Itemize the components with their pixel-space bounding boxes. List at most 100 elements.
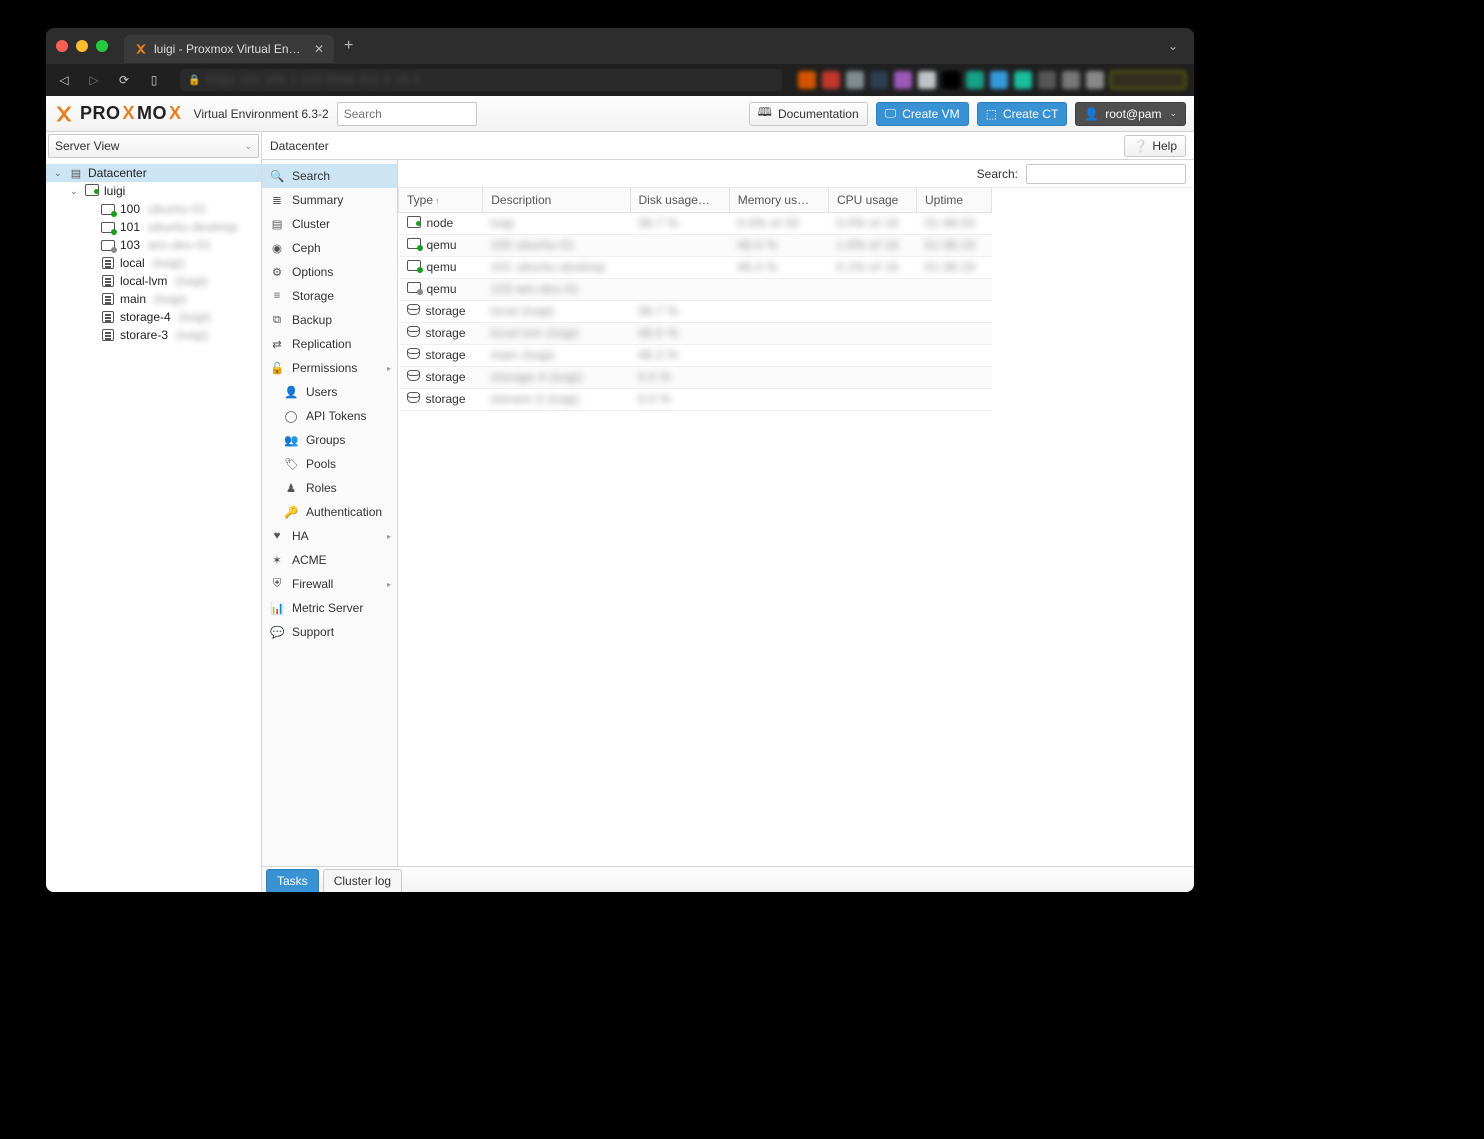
reader-button[interactable]: ▯ bbox=[144, 70, 164, 90]
grid-row[interactable]: storage storage-4 (luigi) 0.0 % bbox=[399, 366, 992, 388]
window-maximize-button[interactable] bbox=[96, 40, 108, 52]
ext-icon[interactable] bbox=[846, 71, 864, 89]
row-icon bbox=[407, 304, 420, 318]
menu-users[interactable]: 👤 Users bbox=[262, 380, 397, 404]
ext-icon[interactable] bbox=[990, 71, 1008, 89]
ext-icon[interactable] bbox=[894, 71, 912, 89]
tree-storage-local[interactable]: local (luigi) bbox=[46, 254, 261, 272]
ext-icon[interactable] bbox=[1062, 71, 1080, 89]
grid-row[interactable]: qemu 103 win-dev-01 bbox=[399, 278, 992, 300]
grid-row[interactable]: storage storare-3 (luigi) 0.0 % bbox=[399, 388, 992, 410]
ext-icon[interactable] bbox=[966, 71, 984, 89]
tree-storage-storage-4[interactable]: storage-4 (luigi) bbox=[46, 308, 261, 326]
grid-row[interactable]: storage local-lvm (luigi) 48.5 % bbox=[399, 322, 992, 344]
menu-cluster[interactable]: ▤ Cluster bbox=[262, 212, 397, 236]
ext-icon[interactable] bbox=[870, 71, 888, 89]
grid-row[interactable]: qemu 100 ubuntu-01 48.0 % 1.6% of 16 01:… bbox=[399, 234, 992, 256]
grid-col-3[interactable]: Memory us… bbox=[729, 188, 828, 212]
menu-label: Backup bbox=[292, 313, 332, 327]
menu-authentication[interactable]: 🔑 Authentication bbox=[262, 500, 397, 524]
tabs-overflow-icon[interactable]: ⌄ bbox=[1168, 39, 1184, 53]
url-bar[interactable]: 🔒 https 192 168 1 210 8006 #v1 0 18 4 bbox=[180, 69, 782, 91]
menu-groups[interactable]: 👥 Groups bbox=[262, 428, 397, 452]
forward-button[interactable]: ▷ bbox=[84, 70, 104, 90]
grid-cell-mem bbox=[729, 366, 828, 388]
menu-options[interactable]: ⚙ Options bbox=[262, 260, 397, 284]
proxmox-app: PROXMOX Virtual Environment 6.3-2 🕮Docum… bbox=[46, 96, 1194, 892]
ext-icon[interactable] bbox=[942, 71, 960, 89]
grid-cell-disk bbox=[630, 234, 729, 256]
menu-label: Users bbox=[306, 385, 337, 399]
tasks-tab[interactable]: Tasks bbox=[266, 869, 319, 892]
grid-cell-desc: local-lvm (luigi) bbox=[483, 322, 630, 344]
browser-tab[interactable]: luigi - Proxmox Virtual Environm ✕ bbox=[124, 35, 334, 63]
menu-acme[interactable]: ✶ ACME bbox=[262, 548, 397, 572]
proxmox-favicon bbox=[134, 42, 148, 56]
window-close-button[interactable] bbox=[56, 40, 68, 52]
menu-search[interactable]: 🔍 Search bbox=[262, 164, 397, 188]
reload-button[interactable]: ⟳ bbox=[114, 70, 134, 90]
menu-backup[interactable]: ⧉ Backup bbox=[262, 308, 397, 332]
tree-vm-103[interactable]: 103 win-dev-01 bbox=[46, 236, 261, 254]
grid-cell-cpu: 1.6% of 16 bbox=[828, 234, 916, 256]
grid-col-2[interactable]: Disk usage… bbox=[630, 188, 729, 212]
tree-vm-100[interactable]: 100 ubuntu-01 bbox=[46, 200, 261, 218]
menu-permissions[interactable]: 🔓 Permissions ▸ bbox=[262, 356, 397, 380]
user-menu-button[interactable]: 👤root@pam⌄ bbox=[1075, 102, 1186, 126]
menu-icon: ♟ bbox=[284, 481, 298, 495]
grid-row[interactable]: storage main (luigi) 48.3 % bbox=[399, 344, 992, 366]
back-button[interactable]: ◁ bbox=[54, 70, 74, 90]
menu-support[interactable]: 💬 Support bbox=[262, 620, 397, 644]
menu-roles[interactable]: ♟ Roles bbox=[262, 476, 397, 500]
ext-icon[interactable] bbox=[1086, 71, 1104, 89]
menu-ceph[interactable]: ◉ Ceph bbox=[262, 236, 397, 260]
tree-datacenter[interactable]: ⌄ ▤ Datacenter bbox=[46, 164, 261, 182]
grid-col-0[interactable]: Type↑ bbox=[399, 188, 483, 212]
menu-summary[interactable]: ≣ Summary bbox=[262, 188, 397, 212]
menu-label: Cluster bbox=[292, 217, 330, 231]
menu-storage[interactable]: ≡ Storage bbox=[262, 284, 397, 308]
ext-icon[interactable] bbox=[1038, 71, 1056, 89]
ext-icon[interactable] bbox=[918, 71, 936, 89]
create-vm-button[interactable]: 🖵Create VM bbox=[876, 102, 969, 126]
menu-replication[interactable]: ⇄ Replication bbox=[262, 332, 397, 356]
documentation-button[interactable]: 🕮Documentation bbox=[749, 102, 868, 126]
tree-storage-main[interactable]: main (luigi) bbox=[46, 290, 261, 308]
global-search-input[interactable] bbox=[337, 102, 477, 126]
tree-storage-storare-3[interactable]: storare-3 (luigi) bbox=[46, 326, 261, 344]
grid-row[interactable]: qemu 101 ubuntu-desktop 46.0 % 0.1% of 1… bbox=[399, 256, 992, 278]
help-button[interactable]: ❔Help bbox=[1124, 135, 1186, 157]
grid-row[interactable]: storage local (luigi) 38.7 % bbox=[399, 300, 992, 322]
grid-scroll[interactable]: Type↑DescriptionDisk usage…Memory us…CPU… bbox=[398, 188, 1194, 866]
browser-toolbar: ◁ ▷ ⟳ ▯ 🔒 https 192 168 1 210 8006 #v1 0… bbox=[46, 64, 1194, 96]
cluster-log-tab[interactable]: Cluster log bbox=[323, 869, 402, 892]
ext-icon[interactable] bbox=[798, 71, 816, 89]
menu-ha[interactable]: ♥ HA ▸ bbox=[262, 524, 397, 548]
grid-col-1[interactable]: Description bbox=[483, 188, 630, 212]
view-selector[interactable]: Server View ⌄ bbox=[48, 134, 259, 158]
cluster-log-label: Cluster log bbox=[334, 874, 391, 888]
vm-icon bbox=[100, 222, 116, 233]
create-ct-button[interactable]: ⬚Create CT bbox=[977, 102, 1068, 126]
grid-cell-type: qemu bbox=[399, 234, 483, 256]
tree-vm-101[interactable]: 101 ubuntu-desktop bbox=[46, 218, 261, 236]
ext-icon[interactable] bbox=[822, 71, 840, 89]
tree-storage-local-lvm[interactable]: local-lvm (luigi) bbox=[46, 272, 261, 290]
menu-firewall[interactable]: ⛨ Firewall ▸ bbox=[262, 572, 397, 596]
grid-search-input[interactable] bbox=[1026, 164, 1186, 184]
menu-api tokens[interactable]: ◯ API Tokens bbox=[262, 404, 397, 428]
new-tab-button[interactable]: + bbox=[344, 37, 353, 55]
window-minimize-button[interactable] bbox=[76, 40, 88, 52]
ext-icon[interactable] bbox=[1014, 71, 1032, 89]
collapse-icon[interactable]: ⌄ bbox=[54, 168, 64, 179]
grid-col-5[interactable]: Uptime bbox=[917, 188, 992, 212]
grid-col-4[interactable]: CPU usage bbox=[828, 188, 916, 212]
collapse-icon[interactable]: ⌄ bbox=[70, 186, 80, 197]
ext-pill[interactable] bbox=[1110, 71, 1186, 89]
grid-row[interactable]: node luigi 38.7 % 0.0% of 32 0.0% of 16 … bbox=[399, 212, 992, 234]
menu-metric server[interactable]: 📊 Metric Server bbox=[262, 596, 397, 620]
tree-node-luigi[interactable]: ⌄ luigi bbox=[46, 182, 261, 200]
tab-close-icon[interactable]: ✕ bbox=[314, 42, 324, 56]
menu-pools[interactable]: 🏷 Pools bbox=[262, 452, 397, 476]
proxmox-logo: PROXMOX bbox=[54, 103, 182, 124]
